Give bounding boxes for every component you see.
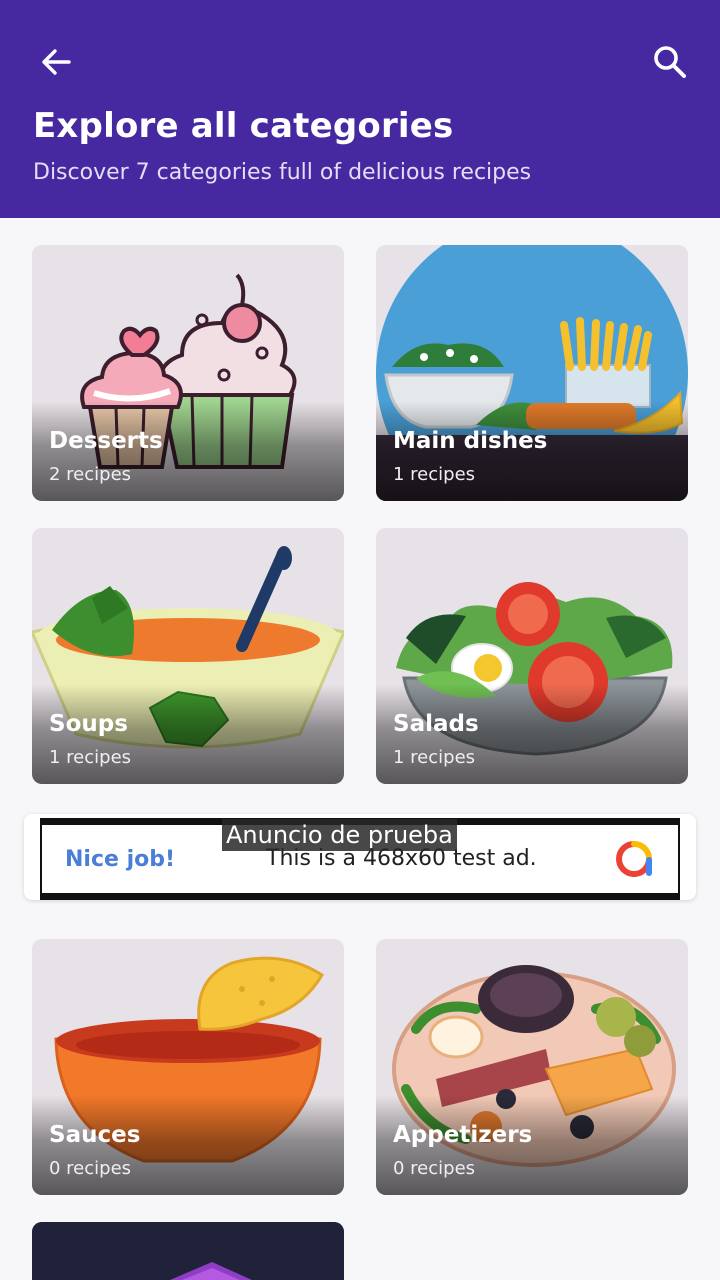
category-card-salads[interactable]: Salads 1 recipes: [376, 528, 688, 784]
category-name: Desserts: [49, 428, 163, 454]
category-card-appetizers[interactable]: Appetizers 0 recipes: [376, 939, 688, 1195]
recipe-count: 2 recipes: [49, 464, 132, 485]
search-icon: [654, 46, 686, 78]
category-name: Appetizers: [393, 1122, 533, 1148]
category-card-partial[interactable]: [32, 1222, 344, 1280]
recipe-count: 1 recipes: [49, 747, 132, 768]
recipe-count: 0 recipes: [49, 1158, 132, 1179]
search-button[interactable]: [646, 38, 694, 86]
recipe-count: 1 recipes: [393, 464, 476, 485]
ad-test-label: Anuncio de prueba: [222, 819, 457, 851]
ad-logo-icon: [616, 840, 652, 877]
category-card-sauces[interactable]: Sauces 0 recipes: [32, 939, 344, 1195]
page-title: Explore all categories: [33, 106, 454, 146]
category-card-desserts[interactable]: Desserts 2 recipes: [32, 245, 344, 501]
back-button[interactable]: [32, 38, 80, 86]
back-arrow-icon: [42, 49, 71, 75]
category-name: Salads: [393, 711, 479, 737]
category-name: Soups: [49, 711, 128, 737]
recipe-count: 1 recipes: [393, 747, 476, 768]
recipe-count: 0 recipes: [393, 1158, 476, 1179]
category-card-soups[interactable]: Soups 1 recipes: [32, 528, 344, 784]
ad-headline[interactable]: Nice job!: [65, 847, 175, 872]
app-bar: Explore all categories Discover 7 catego…: [0, 0, 720, 218]
category-name: Main dishes: [393, 428, 548, 454]
page-subtitle: Discover 7 categories full of delicious …: [33, 160, 532, 185]
partial-card-image: [32, 1222, 344, 1280]
ad-logo[interactable]: [612, 840, 656, 878]
category-name: Sauces: [49, 1122, 141, 1148]
category-card-main-dishes[interactable]: Main dishes 1 recipes: [376, 245, 688, 501]
